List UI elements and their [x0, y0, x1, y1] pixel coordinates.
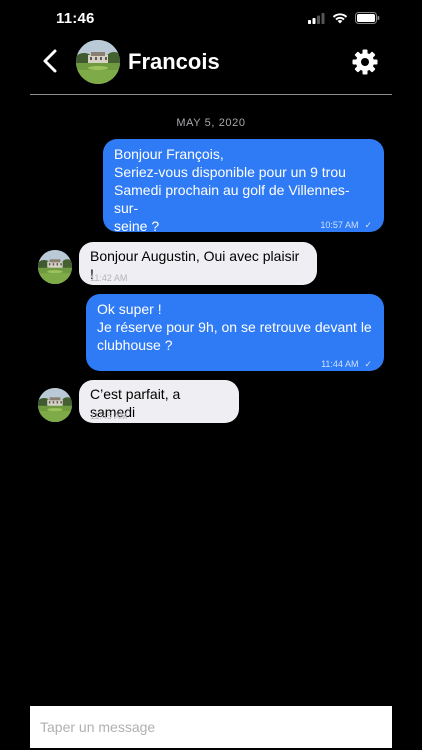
wifi-icon [332, 13, 348, 24]
message-meta: 11:42 AM [90, 269, 127, 287]
message-time: 11:44 AM [321, 359, 359, 369]
message-avatar[interactable] [38, 250, 72, 284]
signal-icon [308, 12, 325, 24]
status-bar: 11:46 [0, 0, 422, 36]
message-time: 10:57 AM [320, 220, 359, 230]
chevron-left-icon [43, 49, 57, 73]
message-text: Ok super ! Je réserve pour 9h, on se ret… [97, 301, 372, 353]
message-time: 11:42 AM [90, 273, 128, 283]
message-bubble-incoming[interactable]: C’est parfait, a samedi 11:45 AM [79, 380, 239, 423]
delivered-check-icon: ✓ [364, 220, 372, 230]
message-input[interactable] [30, 706, 392, 748]
message-composer [30, 706, 392, 748]
contact-avatar[interactable] [76, 40, 120, 84]
header-divider [30, 94, 392, 95]
message-meta: 10:57 AM ✓ [320, 216, 372, 234]
chat-header: Francois [0, 36, 422, 96]
message-meta: 11:45 AM [90, 407, 127, 425]
status-time: 11:46 [56, 10, 95, 27]
battery-icon [355, 12, 380, 24]
status-icons [308, 12, 380, 24]
message-time: 11:45 AM [90, 411, 128, 421]
gear-icon [352, 49, 378, 75]
contact-name[interactable]: Francois [128, 49, 220, 75]
settings-button[interactable] [351, 48, 379, 76]
conversation-date: MAY 5, 2020 [176, 117, 246, 129]
message-avatar[interactable] [38, 388, 72, 422]
message-bubble-incoming[interactable]: Bonjour Augustin, Oui avec plaisir ! 11:… [79, 242, 317, 285]
delivered-check-icon: ✓ [364, 359, 372, 369]
back-button[interactable] [40, 48, 62, 74]
message-bubble-outgoing[interactable]: Ok super ! Je réserve pour 9h, on se ret… [86, 294, 384, 371]
message-meta: 11:44 AM ✓ [321, 355, 372, 373]
message-bubble-outgoing[interactable]: Bonjour François, Seriez-vous disponible… [103, 139, 384, 234]
